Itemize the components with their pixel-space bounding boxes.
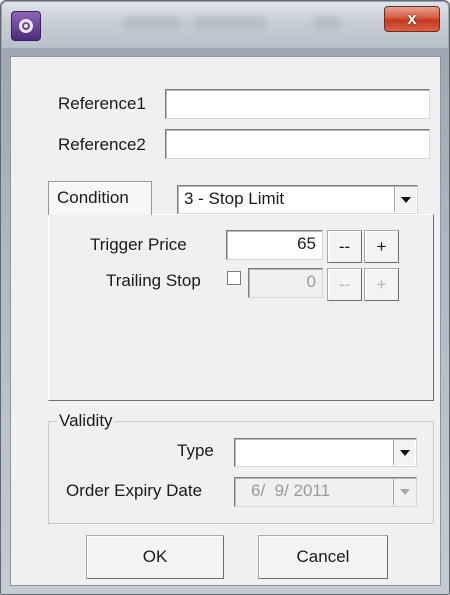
blurred-title-text xyxy=(122,16,182,30)
tab-condition-label: Condition xyxy=(57,188,129,207)
close-button[interactable]: x xyxy=(384,6,440,32)
order-type-dropdown-button[interactable] xyxy=(394,187,416,212)
blurred-title-text xyxy=(312,16,342,30)
order-expiry-date-label: Order Expiry Date xyxy=(66,481,203,500)
trailing-stop-increment-button[interactable]: + xyxy=(364,268,399,301)
trailing-stop-label: Trailing Stop xyxy=(106,271,201,290)
validity-type-dropdown-button[interactable] xyxy=(393,440,415,465)
trailing-stop-checkbox[interactable] xyxy=(227,271,241,285)
validity-group xyxy=(48,421,434,524)
app-icon[interactable] xyxy=(11,11,41,41)
trigger-price-increment-button[interactable]: + xyxy=(364,230,399,263)
dialog-client-area: Reference1 Reference2 Condition 3 - Stop… xyxy=(10,56,441,586)
order-expiry-date-picker[interactable]: 6/ 9/ 2011 xyxy=(234,477,417,507)
reference2-input[interactable] xyxy=(165,129,430,159)
trailing-stop-input[interactable]: 0 xyxy=(248,268,323,298)
reference1-input[interactable] xyxy=(165,89,430,119)
ok-button[interactable]: OK xyxy=(86,535,224,579)
trailing-stop-decrement-button[interactable]: -- xyxy=(327,268,362,301)
order-expiry-date-value: 6/ 9/ 2011 xyxy=(251,481,331,500)
trigger-price-input[interactable]: 65 xyxy=(226,230,323,260)
validity-group-title: Validity xyxy=(57,411,115,431)
blurred-title-text xyxy=(192,16,267,30)
order-type-value: 3 - Stop Limit xyxy=(184,189,285,208)
validity-type-label: Type xyxy=(177,441,214,460)
close-icon: x xyxy=(407,9,417,28)
chevron-down-icon xyxy=(399,489,410,495)
order-type-select[interactable]: 3 - Stop Limit xyxy=(177,185,418,214)
chevron-down-icon xyxy=(399,449,410,456)
tab-condition[interactable]: Condition xyxy=(48,181,152,215)
cancel-button[interactable]: Cancel xyxy=(258,535,388,579)
order-expiry-date-dropdown-button[interactable] xyxy=(393,479,415,505)
reference2-label: Reference2 xyxy=(58,135,146,154)
title-bar[interactable]: x xyxy=(2,2,448,48)
trigger-price-label: Trigger Price xyxy=(90,235,187,254)
reference1-label: Reference1 xyxy=(58,94,146,113)
validity-type-select[interactable] xyxy=(234,438,417,467)
chevron-down-icon xyxy=(400,196,411,203)
trigger-price-decrement-button[interactable]: -- xyxy=(327,230,362,263)
dialog-window: x Reference1 Reference2 Condition 3 - St… xyxy=(0,0,450,595)
